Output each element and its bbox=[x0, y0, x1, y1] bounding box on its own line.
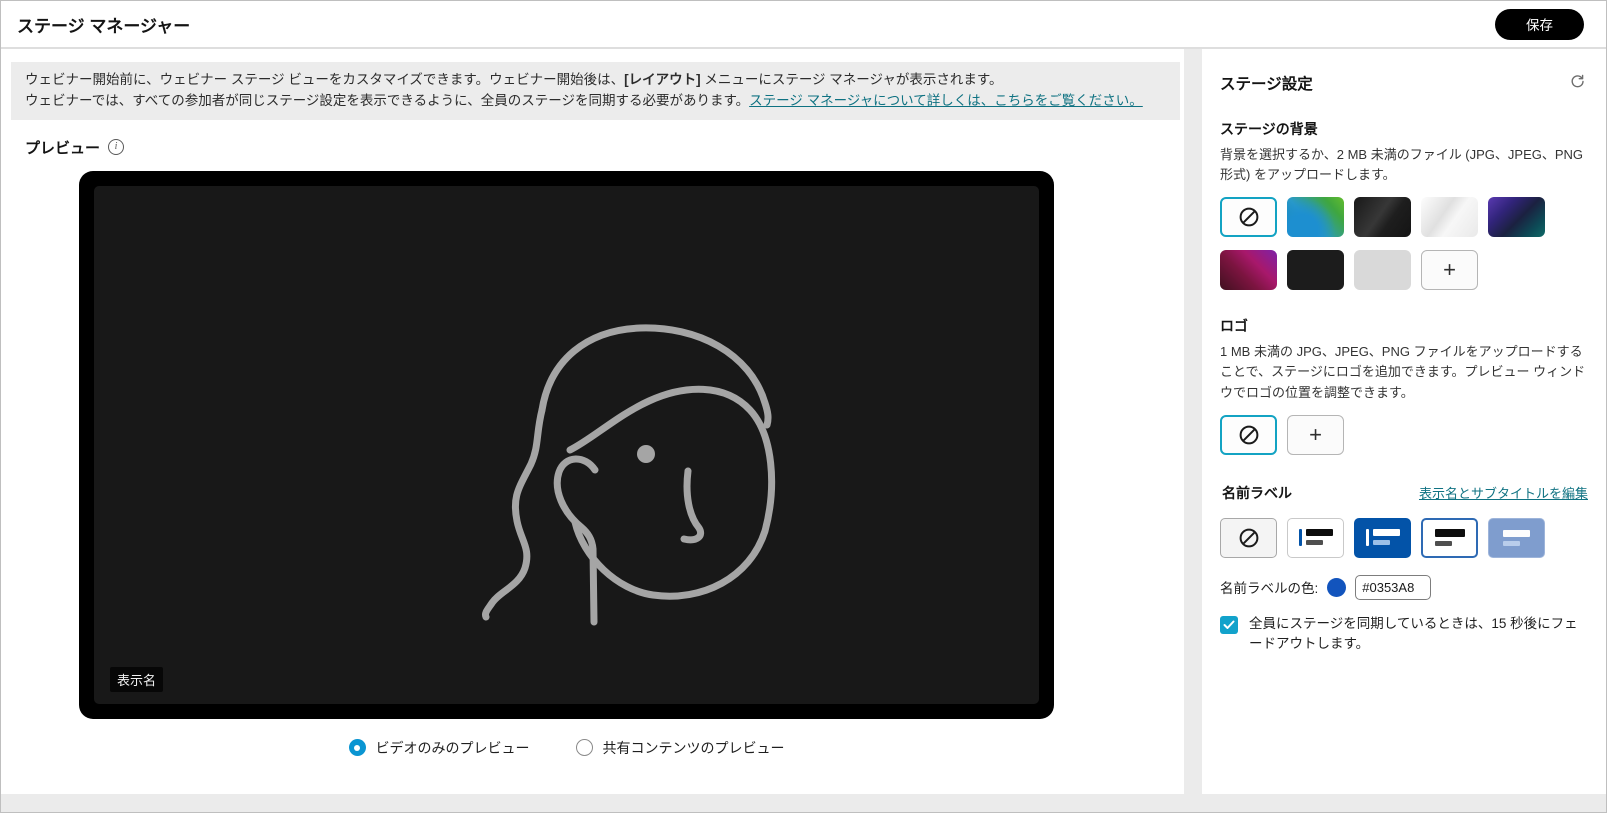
none-icon bbox=[1238, 206, 1260, 228]
background-swatch-purple-teal[interactable] bbox=[1488, 197, 1545, 237]
sidebar-header: ステージ設定 bbox=[1220, 71, 1588, 95]
refresh-icon bbox=[1569, 73, 1586, 90]
radio-video-only-label: ビデオのみのプレビュー bbox=[376, 738, 530, 758]
radio-shared-content-preview[interactable]: 共有コンテンツのプレビュー bbox=[576, 738, 785, 758]
avatar-line-art bbox=[217, 205, 917, 685]
name-label-style-row bbox=[1220, 518, 1588, 558]
color-swatch-circle[interactable] bbox=[1327, 578, 1346, 597]
sync-fadeout-checkbox[interactable] bbox=[1220, 616, 1238, 634]
name-label-style-translucent[interactable] bbox=[1488, 518, 1545, 558]
main-panel: ウェビナー開始前に、ウェビナー ステージ ビューをカスタマイズできます。ウェビナ… bbox=[1, 49, 1184, 794]
name-label-color-row: 名前ラベルの色: bbox=[1220, 575, 1588, 600]
none-icon bbox=[1238, 527, 1260, 549]
stage-settings-sidebar: ステージ設定 ステージの背景 背景を選択するか、2 MB 未満のファイル (JP… bbox=[1202, 49, 1606, 794]
preview-mode-radios: ビデオのみのプレビュー 共有コンテンツのプレビュー bbox=[79, 738, 1054, 758]
radio-selected-icon[interactable] bbox=[349, 739, 366, 756]
content-area: ウェビナー開始前に、ウェビナー ステージ ビューをカスタマイズできます。ウェビナ… bbox=[1, 49, 1606, 812]
sync-fadeout-row: 全員にステージを同期しているときは、15 秒後にフェードアウトします。 bbox=[1220, 614, 1588, 655]
background-swatch-magenta[interactable] bbox=[1220, 250, 1277, 290]
reset-button[interactable] bbox=[1567, 71, 1588, 95]
name-label-style-blue-filled[interactable] bbox=[1354, 518, 1411, 558]
background-swatch-none[interactable] bbox=[1220, 197, 1277, 237]
preview-heading: プレビュー bbox=[25, 137, 100, 158]
background-swatch-blue-green[interactable] bbox=[1287, 197, 1344, 237]
logo-heading: ロゴ bbox=[1220, 316, 1588, 336]
radio-video-only-preview[interactable]: ビデオのみのプレビュー bbox=[349, 738, 530, 758]
sync-fadeout-label: 全員にステージを同期しているときは、15 秒後にフェードアウトします。 bbox=[1249, 614, 1588, 655]
logo-buttons: + bbox=[1220, 415, 1588, 455]
logo-none-button[interactable] bbox=[1220, 415, 1277, 455]
info-icon[interactable]: i bbox=[108, 139, 124, 155]
background-swatch-grid: + bbox=[1220, 197, 1588, 290]
name-label-heading: 名前ラベル bbox=[1222, 483, 1292, 503]
radio-unselected-icon[interactable] bbox=[576, 739, 593, 756]
background-heading: ステージの背景 bbox=[1220, 119, 1588, 139]
logo-section: ロゴ 1 MB 未満の JPG、JPEG、PNG ファイルをアップロードすること… bbox=[1218, 316, 1590, 454]
background-section: ステージの背景 背景を選択するか、2 MB 未満のファイル (JPG、JPEG、… bbox=[1218, 119, 1590, 290]
stage-preview-video[interactable]: 表示名 bbox=[94, 186, 1039, 704]
color-hex-input[interactable] bbox=[1355, 575, 1431, 600]
background-upload-button[interactable]: + bbox=[1421, 250, 1478, 290]
display-name-label: 表示名 bbox=[110, 667, 163, 692]
background-swatch-black[interactable] bbox=[1287, 250, 1344, 290]
name-label-style-light-accent[interactable] bbox=[1287, 518, 1344, 558]
preview-heading-row: プレビュー i bbox=[25, 137, 1184, 158]
banner-line-1: ウェビナー開始前に、ウェビナー ステージ ビューをカスタマイズできます。ウェビナ… bbox=[25, 70, 1166, 91]
background-swatch-light-wave[interactable] bbox=[1421, 197, 1478, 237]
banner-layout-emphasis: [レイアウト] bbox=[624, 72, 701, 87]
radio-shared-content-label: 共有コンテンツのプレビュー bbox=[603, 738, 785, 758]
name-label-color-label: 名前ラベルの色: bbox=[1220, 577, 1318, 597]
learn-more-link[interactable]: ステージ マネージャについて詳しくは、こちらをご覧ください。 bbox=[749, 93, 1143, 108]
none-icon bbox=[1238, 424, 1260, 446]
page-title: ステージ マネージャー bbox=[17, 12, 190, 37]
plus-icon: + bbox=[1443, 257, 1456, 283]
name-label-heading-row: 名前ラベル 表示名とサブタイトルを編集 bbox=[1220, 483, 1588, 503]
banner-line-2: ウェビナーでは、すべての参加者が同じステージ設定を表示できるように、全員のステー… bbox=[25, 91, 1166, 112]
info-banner: ウェビナー開始前に、ウェビナー ステージ ビューをカスタマイズできます。ウェビナ… bbox=[11, 62, 1180, 120]
name-label-section: 名前ラベル 表示名とサブタイトルを編集 bbox=[1218, 483, 1590, 655]
stage-manager-window: ステージ マネージャー 保存 ウェビナー開始前に、ウェビナー ステージ ビューを… bbox=[0, 0, 1607, 813]
edit-display-name-link[interactable]: 表示名とサブタイトルを編集 bbox=[1419, 483, 1588, 502]
background-swatch-light-gray[interactable] bbox=[1354, 250, 1411, 290]
save-button[interactable]: 保存 bbox=[1495, 9, 1584, 40]
check-icon bbox=[1223, 620, 1235, 630]
sidebar-title: ステージ設定 bbox=[1220, 72, 1313, 94]
logo-upload-button[interactable]: + bbox=[1287, 415, 1344, 455]
name-label-style-none[interactable] bbox=[1220, 518, 1277, 558]
plus-icon: + bbox=[1309, 422, 1322, 448]
app-header: ステージ マネージャー 保存 bbox=[1, 1, 1606, 49]
logo-description: 1 MB 未満の JPG、JPEG、PNG ファイルをアップロードすることで、ス… bbox=[1220, 342, 1588, 402]
background-swatch-dark-wave[interactable] bbox=[1354, 197, 1411, 237]
name-label-style-dark-selected[interactable] bbox=[1421, 518, 1478, 558]
stage-preview-frame: 表示名 bbox=[79, 171, 1054, 719]
background-description: 背景を選択するか、2 MB 未満のファイル (JPG、JPEG、PNG 形式) … bbox=[1220, 145, 1588, 185]
